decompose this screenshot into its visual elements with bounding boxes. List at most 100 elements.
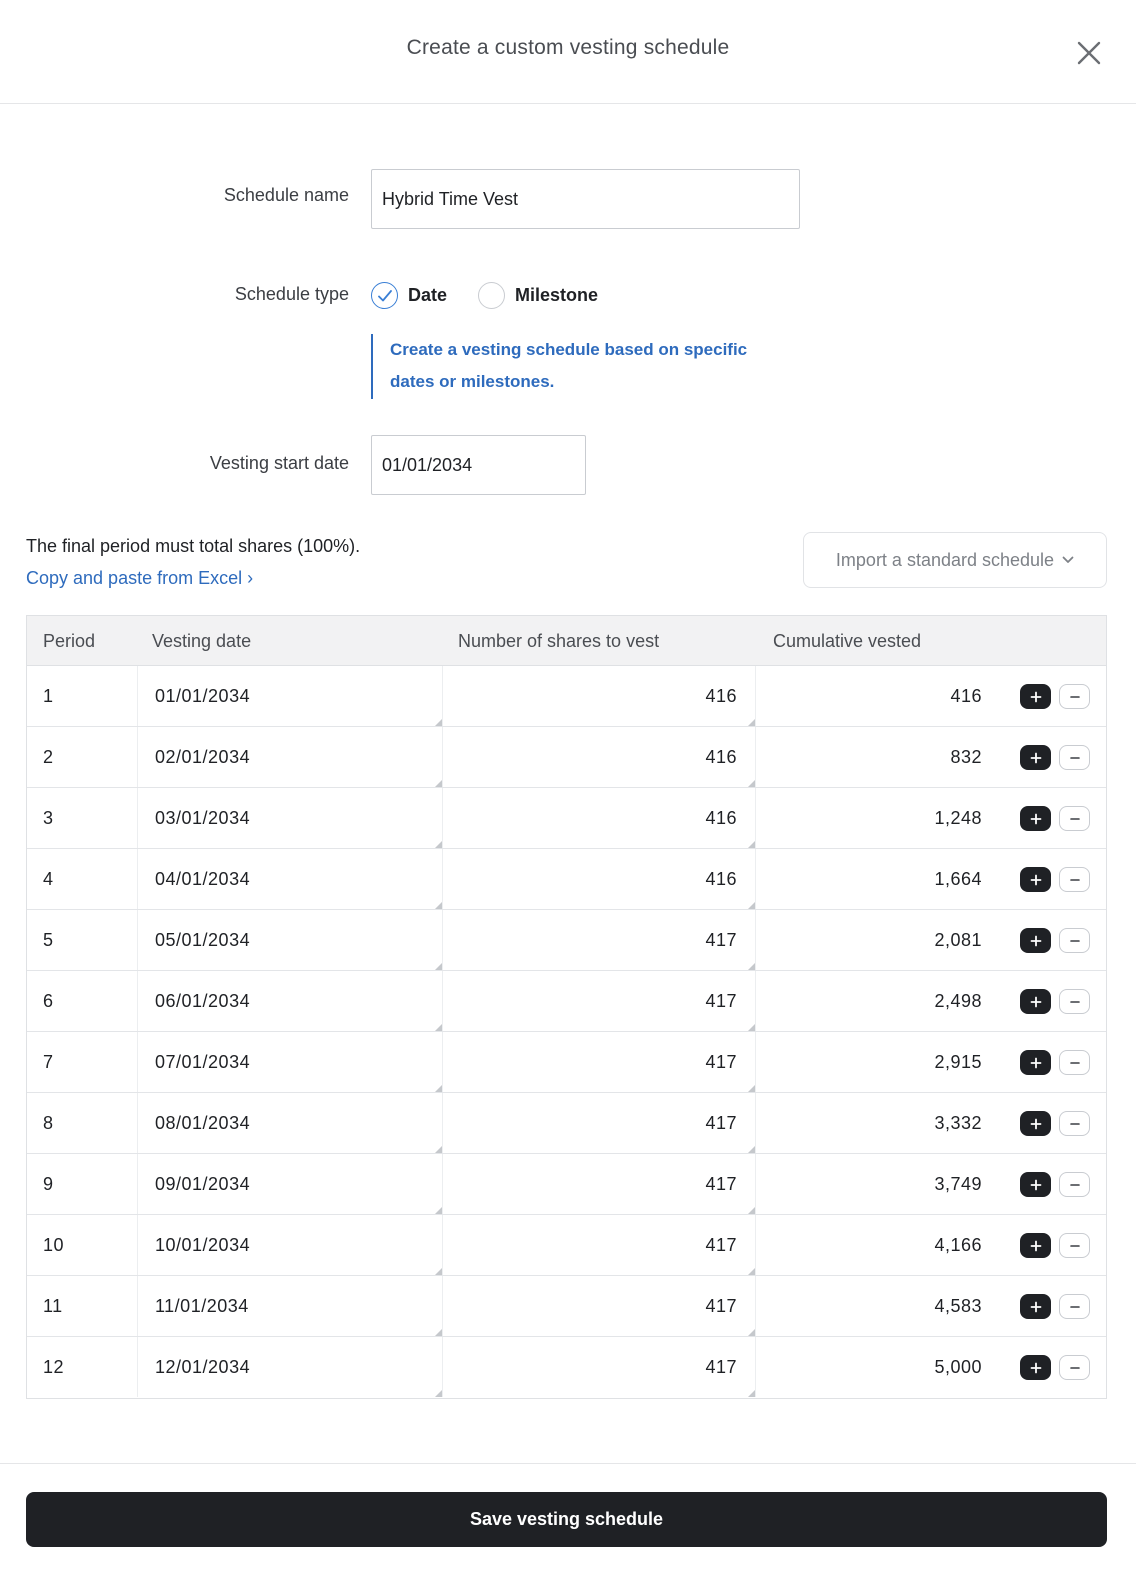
resize-handle-icon[interactable]: [435, 1085, 442, 1092]
remove-row-button[interactable]: [1059, 1172, 1090, 1197]
add-row-button[interactable]: [1020, 745, 1051, 770]
resize-handle-icon[interactable]: [748, 963, 755, 970]
add-row-button[interactable]: [1020, 928, 1051, 953]
resize-handle-icon[interactable]: [748, 1085, 755, 1092]
period-cell: 2: [43, 747, 54, 767]
period-cell: 7: [43, 1052, 54, 1072]
resize-handle-icon[interactable]: [748, 780, 755, 787]
minus-icon: [1069, 695, 1080, 698]
period-cell: 12: [43, 1357, 65, 1377]
cumulative-value: 1,664: [934, 869, 982, 889]
remove-row-button[interactable]: [1059, 867, 1090, 892]
add-row-button[interactable]: [1020, 1355, 1051, 1380]
vesting-start-input[interactable]: 01/01/2034: [371, 435, 586, 495]
remove-row-button[interactable]: [1059, 745, 1090, 770]
vesting-date-value: 08/01/2034: [155, 1113, 251, 1133]
add-row-button[interactable]: [1020, 1172, 1051, 1197]
remove-row-button[interactable]: [1059, 1111, 1090, 1136]
resize-handle-icon[interactable]: [435, 902, 442, 909]
vesting-date-value: 09/01/2034: [155, 1174, 251, 1194]
radio-date-circle[interactable]: [371, 282, 398, 309]
table-body: 1 01/01/2034 416 416 2 02/01/2034 416 832 3 03/01…: [27, 666, 1106, 1398]
resize-handle-icon[interactable]: [435, 1268, 442, 1275]
vesting-date-value: 10/01/2034: [155, 1235, 251, 1255]
vesting-date-value: 04/01/2034: [155, 869, 251, 889]
period-cell: 9: [43, 1174, 54, 1194]
schedule-name-input[interactable]: Hybrid Time Vest: [371, 169, 800, 229]
resize-handle-icon[interactable]: [435, 719, 442, 726]
minus-icon: [1069, 1244, 1080, 1247]
minus-icon: [1069, 817, 1080, 820]
cumulative-value: 2,498: [934, 991, 982, 1011]
resize-handle-icon[interactable]: [748, 1024, 755, 1031]
add-row-button[interactable]: [1020, 1111, 1051, 1136]
add-row-button[interactable]: [1020, 684, 1051, 709]
save-vesting-schedule-button[interactable]: Save vesting schedule: [26, 1492, 1107, 1547]
remove-row-button[interactable]: [1059, 1050, 1090, 1075]
copy-from-excel-link[interactable]: Copy and paste from Excel ›: [26, 568, 253, 589]
resize-handle-icon[interactable]: [435, 1329, 442, 1336]
remove-row-button[interactable]: [1059, 1294, 1090, 1319]
plus-icon: [1030, 1362, 1041, 1373]
add-row-button[interactable]: [1020, 806, 1051, 831]
minus-icon: [1069, 878, 1080, 881]
vesting-table: Period Vesting date Number of shares to …: [26, 615, 1107, 1399]
radio-milestone-circle[interactable]: [478, 282, 505, 309]
period-cell: 4: [43, 869, 54, 889]
remove-row-button[interactable]: [1059, 1355, 1090, 1380]
resize-handle-icon[interactable]: [435, 1207, 442, 1214]
cumulative-value: 416: [950, 686, 982, 706]
remove-row-button[interactable]: [1059, 989, 1090, 1014]
resize-handle-icon[interactable]: [748, 902, 755, 909]
add-row-button[interactable]: [1020, 1233, 1051, 1258]
plus-icon: [1030, 1179, 1041, 1190]
add-row-button[interactable]: [1020, 1294, 1051, 1319]
radio-milestone[interactable]: Milestone: [478, 282, 598, 309]
add-row-button[interactable]: [1020, 989, 1051, 1014]
cumulative-value: 4,583: [934, 1296, 982, 1316]
minus-icon: [1069, 1122, 1080, 1125]
resize-handle-icon[interactable]: [748, 1329, 755, 1336]
vesting-date-value: 01/01/2034: [155, 686, 251, 706]
table-row: 12 12/01/2034 417 5,000: [27, 1337, 1106, 1398]
resize-handle-icon[interactable]: [435, 1390, 442, 1397]
shares-value: 417: [705, 1113, 737, 1133]
resize-handle-icon[interactable]: [748, 719, 755, 726]
plus-icon: [1030, 1118, 1041, 1129]
import-standard-schedule-button[interactable]: Import a standard schedule: [803, 532, 1107, 588]
remove-row-button[interactable]: [1059, 806, 1090, 831]
resize-handle-icon[interactable]: [748, 1207, 755, 1214]
plus-icon: [1030, 1301, 1041, 1312]
remove-row-button[interactable]: [1059, 684, 1090, 709]
resize-handle-icon[interactable]: [748, 841, 755, 848]
minus-icon: [1069, 1061, 1080, 1064]
table-row: 9 09/01/2034 417 3,749: [27, 1154, 1106, 1215]
resize-handle-icon[interactable]: [435, 963, 442, 970]
table-row: 3 03/01/2034 416 1,248: [27, 788, 1106, 849]
table-row: 4 04/01/2034 416 1,664: [27, 849, 1106, 910]
resize-handle-icon[interactable]: [435, 1024, 442, 1031]
resize-handle-icon[interactable]: [435, 1146, 442, 1153]
remove-row-button[interactable]: [1059, 1233, 1090, 1258]
add-row-button[interactable]: [1020, 1050, 1051, 1075]
minus-icon: [1069, 1000, 1080, 1003]
cumulative-value: 2,081: [934, 930, 982, 950]
column-header-cumulative: Cumulative vested: [773, 631, 922, 651]
vesting-date-value: 05/01/2034: [155, 930, 251, 950]
resize-handle-icon[interactable]: [748, 1146, 755, 1153]
table-row: 2 02/01/2034 416 832: [27, 727, 1106, 788]
resize-handle-icon[interactable]: [435, 780, 442, 787]
plus-icon: [1030, 935, 1041, 946]
shares-value: 417: [705, 1357, 737, 1377]
close-icon[interactable]: [1072, 36, 1106, 70]
resize-handle-icon[interactable]: [748, 1390, 755, 1397]
cumulative-value: 5,000: [934, 1357, 982, 1377]
resize-handle-icon[interactable]: [748, 1268, 755, 1275]
remove-row-button[interactable]: [1059, 928, 1090, 953]
import-button-label: Import a standard schedule: [835, 549, 1055, 570]
radio-date[interactable]: Date: [371, 282, 447, 309]
add-row-button[interactable]: [1020, 867, 1051, 892]
table-header: Period Vesting date Number of shares to …: [27, 616, 1106, 666]
shares-value: 417: [705, 930, 737, 950]
resize-handle-icon[interactable]: [435, 841, 442, 848]
